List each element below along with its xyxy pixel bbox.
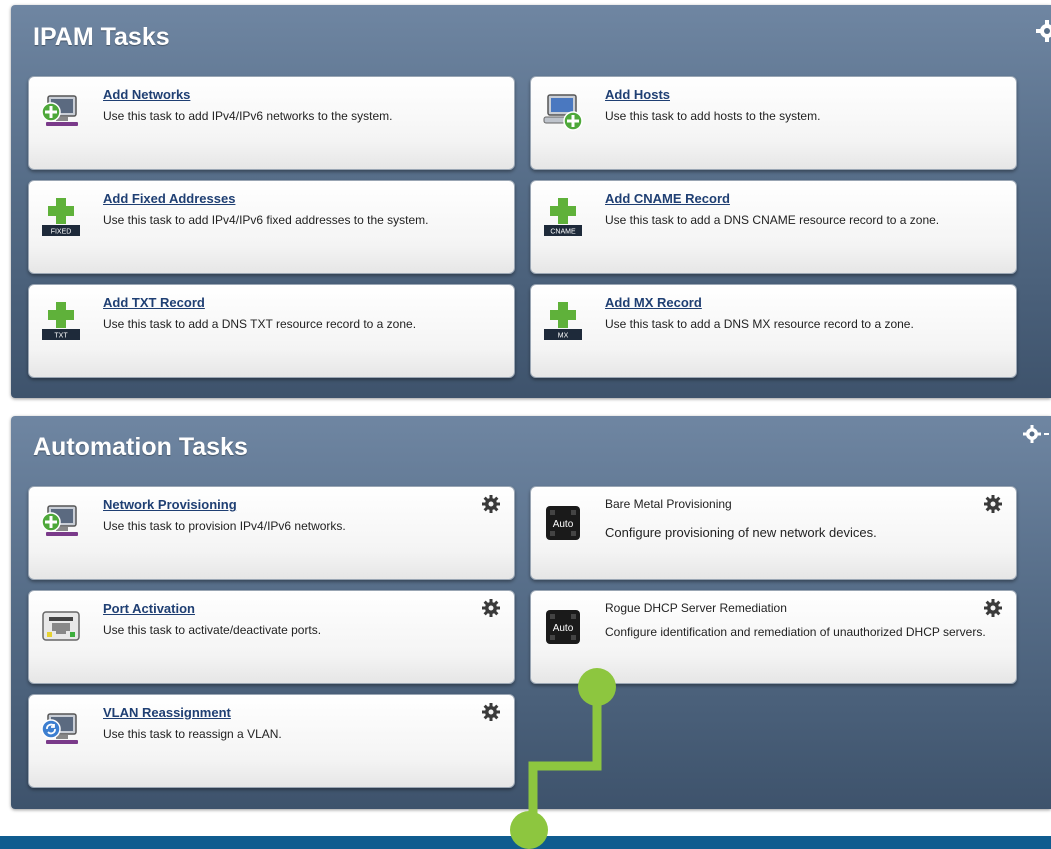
add-cname-icon: CNAME xyxy=(544,198,582,236)
auto-icon: Auto xyxy=(546,610,580,644)
network-provisioning-icon xyxy=(41,505,78,536)
vlan-reassignment-icon xyxy=(41,713,78,744)
port-activation-desc: Use this task to activate/deactivate por… xyxy=(103,623,322,637)
add-fixed-addresses-link[interactable]: Add Fixed Addresses xyxy=(103,191,235,206)
ipam-tasks-title: IPAM Tasks xyxy=(33,23,170,51)
gear-icon[interactable] xyxy=(1035,19,1051,43)
txt-badge-text: TXT xyxy=(54,333,68,340)
bare-metal-provisioning-title[interactable]: Bare Metal Provisioning xyxy=(605,497,732,511)
settings-gear-icon[interactable] xyxy=(481,702,501,722)
automation-tasks-title: Automation Tasks xyxy=(33,433,248,461)
add-cname-record-link[interactable]: Add CNAME Record xyxy=(605,191,730,206)
add-networks-card[interactable]: Add Networks Use this task to add IPv4/I… xyxy=(28,76,515,170)
vlan-reassignment-desc: Use this task to reassign a VLAN. xyxy=(103,727,282,741)
add-txt-record-desc: Use this task to add a DNS TXT resource … xyxy=(103,317,417,331)
add-fixed-address-icon: FIXED xyxy=(42,198,80,236)
settings-gear-icon[interactable] xyxy=(983,494,1003,514)
add-networks-link[interactable]: Add Networks xyxy=(103,87,190,102)
add-mx-record-desc: Use this task to add a DNS MX resource r… xyxy=(605,317,914,331)
ipam-tasks-panel: IPAM Tasks Add Networks Use this task to… xyxy=(11,5,1051,398)
rogue-dhcp-remediation-title[interactable]: Rogue DHCP Server Remediation xyxy=(605,601,787,615)
add-mx-icon: MX xyxy=(544,302,582,340)
port-activation-icon xyxy=(42,611,80,641)
auto-badge-text: Auto xyxy=(553,519,574,530)
settings-gear-icon[interactable] xyxy=(481,598,501,618)
add-cname-record-card[interactable]: CNAME Add CNAME Record Use this task to … xyxy=(530,180,1017,274)
add-txt-record-link[interactable]: Add TXT Record xyxy=(103,295,205,310)
settings-gear-icon[interactable] xyxy=(481,494,501,514)
rogue-dhcp-remediation-card[interactable]: Auto Rogue DHCP Server Remediation Confi… xyxy=(530,590,1017,684)
fixed-badge-text: FIXED xyxy=(51,229,72,236)
network-provisioning-link[interactable]: Network Provisioning xyxy=(103,497,237,512)
add-host-icon xyxy=(543,94,583,131)
network-provisioning-card[interactable]: Network Provisioning Use this task to pr… xyxy=(28,486,515,580)
auto-badge-text: Auto xyxy=(553,623,574,634)
bare-metal-provisioning-card[interactable]: Auto Bare Metal Provisioning Configure p… xyxy=(530,486,1017,580)
add-mx-record-card[interactable]: MX Add MX Record Use this task to add a … xyxy=(530,284,1017,378)
add-fixed-addresses-card[interactable]: FIXED Add Fixed Addresses Use this task … xyxy=(28,180,515,274)
add-hosts-desc: Use this task to add hosts to the system… xyxy=(605,109,821,123)
port-activation-link[interactable]: Port Activation xyxy=(103,601,195,616)
automation-tasks-panel: Automation Tasks Network Provisioning Us… xyxy=(11,416,1051,809)
add-hosts-link[interactable]: Add Hosts xyxy=(605,87,670,102)
mx-badge-text: MX xyxy=(558,333,569,340)
port-activation-card[interactable]: Port Activation Use this task to activat… xyxy=(28,590,515,684)
add-txt-record-card[interactable]: TXT Add TXT Record Use this task to add … xyxy=(28,284,515,378)
vlan-reassignment-link[interactable]: VLAN Reassignment xyxy=(103,705,231,720)
vlan-reassignment-card[interactable]: VLAN Reassignment Use this task to reass… xyxy=(28,694,515,788)
cname-badge-text: CNAME xyxy=(550,229,576,236)
rogue-dhcp-remediation-desc: Configure identification and remediation… xyxy=(605,625,986,639)
add-networks-desc: Use this task to add IPv4/IPv6 networks … xyxy=(103,109,393,123)
add-mx-record-link[interactable]: Add MX Record xyxy=(605,295,702,310)
network-provisioning-desc: Use this task to provision IPv4/IPv6 net… xyxy=(103,519,346,533)
add-fixed-addresses-desc: Use this task to add IPv4/IPv6 fixed add… xyxy=(103,213,429,227)
auto-icon: Auto xyxy=(546,506,580,540)
settings-gear-icon[interactable] xyxy=(983,598,1003,618)
add-hosts-card[interactable]: Add Hosts Use this task to add hosts to … xyxy=(530,76,1017,170)
add-network-icon xyxy=(41,95,78,126)
bottom-bar xyxy=(0,836,1051,849)
bare-metal-provisioning-desc: Configure provisioning of new network de… xyxy=(605,525,877,540)
gear-icon[interactable] xyxy=(1021,422,1051,446)
add-txt-icon: TXT xyxy=(42,302,80,340)
add-cname-record-desc: Use this task to add a DNS CNAME resourc… xyxy=(605,213,940,227)
